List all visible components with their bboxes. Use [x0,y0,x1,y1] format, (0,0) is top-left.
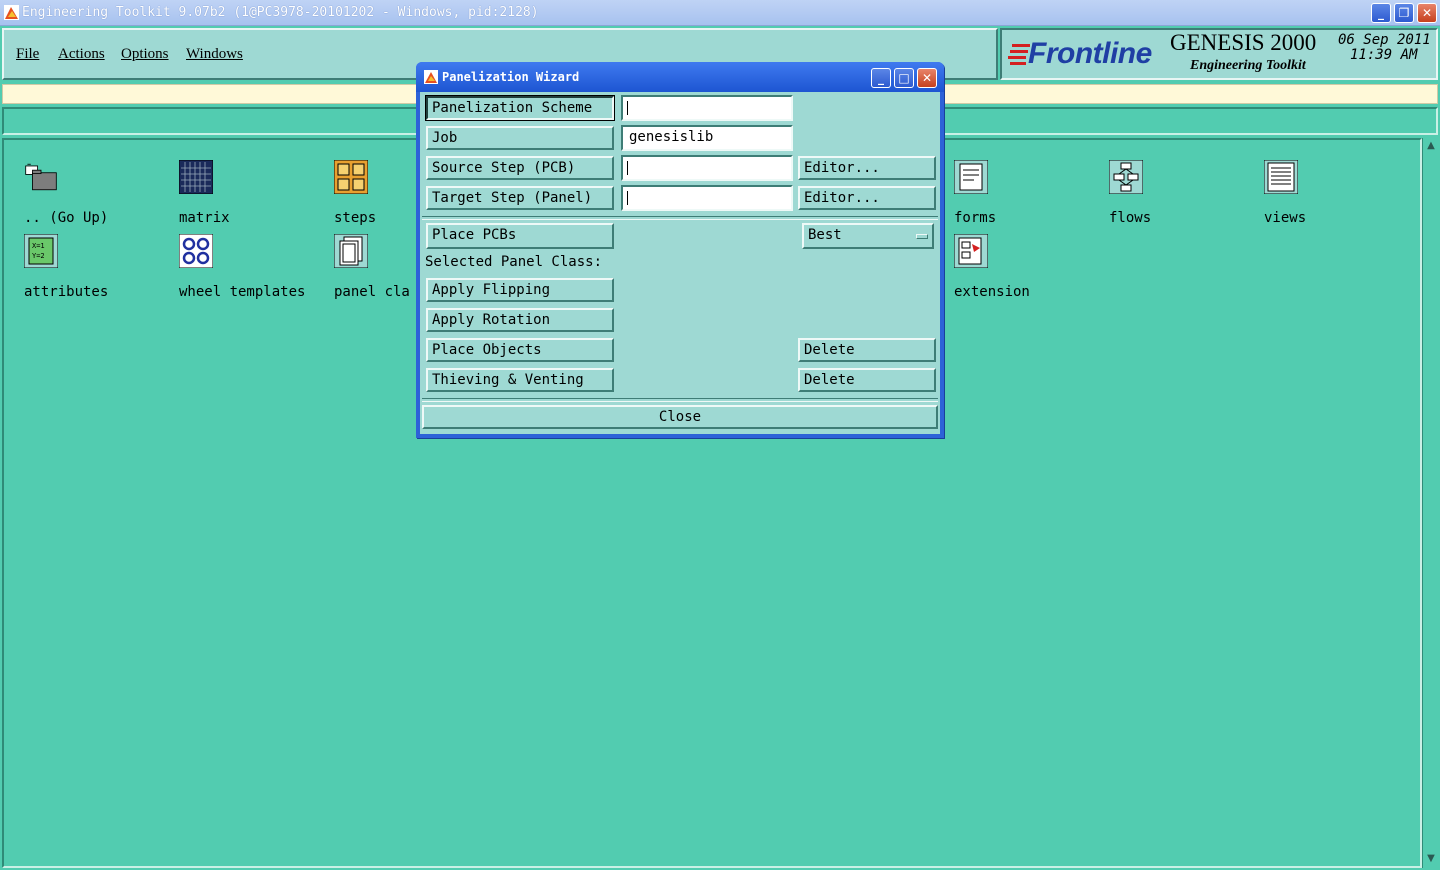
dialog-minimize-button[interactable]: _ [871,68,891,88]
panelization-wizard-dialog: Panelization Wizard _ □ ✕ Panelization S… [416,62,944,438]
place-objects-button[interactable]: Place Objects [426,338,614,362]
maximize-button[interactable]: ❐ [1394,3,1414,23]
time-display: 11:39 AM [1350,47,1418,63]
window-title: Engineering Toolkit 9.07b2 (1@PC3978-201… [22,5,539,20]
scroll-up-icon[interactable]: ▲ [1424,139,1438,153]
folder-up-icon [25,163,57,191]
menu-actions[interactable]: Actions [58,46,105,63]
placement-option-select[interactable]: Best [802,223,934,249]
icon-label: flows [1109,210,1152,226]
forms-icon [954,160,988,194]
app-icon [4,5,19,20]
attributes-icon: X=1 Y=2 [24,234,58,268]
views-icon [1264,160,1298,194]
selected-panel-class-label: Selected Panel Class: [425,254,603,270]
icon-label: attributes [24,284,109,300]
text-caret [627,161,628,175]
place-pcbs-button[interactable]: Place PCBs [426,223,614,249]
source-step-field[interactable] [621,155,793,181]
frontline-logo-icon [1008,44,1030,65]
branding-area: Frontline GENESIS 2000 Engineering Toolk… [1000,28,1438,80]
text-caret [627,191,628,205]
main-title-bar: Engineering Toolkit 9.07b2 (1@PC3978-201… [0,0,1440,26]
icon-label: forms [954,210,997,226]
target-step-button[interactable]: Target Step (Panel) [426,186,614,210]
matrix-icon [179,160,213,194]
dialog-maximize-button[interactable]: □ [894,68,914,88]
icon-label: steps [334,210,377,226]
job-field[interactable]: genesislib [621,125,793,151]
menu-options[interactable]: Options [121,46,169,63]
panelization-scheme-button[interactable]: Panelization Scheme [425,95,615,121]
menu-windows[interactable]: Windows [186,46,243,63]
target-editor-button[interactable]: Editor... [798,186,936,210]
close-dialog-button[interactable]: Close [422,405,938,429]
thieving-venting-button[interactable]: Thieving & Venting [426,368,614,392]
source-editor-button[interactable]: Editor... [798,156,936,180]
wheel-templates-icon [179,234,213,268]
scroll-down-icon[interactable]: ▼ [1424,852,1438,866]
product-subtitle: Engineering Toolkit [1190,58,1306,73]
icon-label: .. (Go Up) [24,210,109,226]
icon-label: views [1264,210,1307,226]
dialog-app-icon [424,70,438,84]
product-name: GENESIS 2000 [1170,30,1317,55]
minimize-button[interactable]: _ [1371,3,1391,23]
text-caret [627,101,628,115]
divider [422,398,938,402]
divider [422,216,938,220]
delete-thieving-button[interactable]: Delete [798,368,936,392]
svg-text:Y=2: Y=2 [32,252,45,260]
icon-label: wheel templates [179,284,306,300]
panel-classes-icon [334,234,368,268]
dialog-title-bar[interactable]: Panelization Wizard _ □ ✕ [416,62,944,92]
dialog-title: Panelization Wizard [442,70,580,84]
flows-icon [1109,160,1143,194]
vertical-scrollbar[interactable]: ▲ ▼ [1422,138,1438,868]
icon-label: matrix [179,210,230,226]
job-button[interactable]: Job [426,126,614,150]
source-step-button[interactable]: Source Step (PCB) [426,156,614,180]
option-menu-indicator-icon [916,234,928,239]
dialog-close-icon[interactable]: ✕ [917,68,937,88]
steps-icon [334,160,368,194]
panelization-scheme-field[interactable] [621,95,793,121]
delete-objects-button[interactable]: Delete [798,338,936,362]
extension-icon [954,234,988,268]
apply-flipping-button[interactable]: Apply Flipping [426,278,614,302]
date-display: 06 Sep 2011 [1338,32,1431,48]
target-step-field[interactable] [621,185,793,211]
dialog-body: Panelization Scheme Job genesislib Sourc… [420,92,940,434]
svg-text:X=1: X=1 [32,242,45,250]
icon-label: panel cla [334,284,410,300]
frontline-logo: Frontline [1028,37,1152,70]
icon-label: extension [954,284,1030,300]
menu-file[interactable]: File [16,46,39,63]
close-button[interactable]: ✕ [1417,3,1437,23]
apply-rotation-button[interactable]: Apply Rotation [426,308,614,332]
